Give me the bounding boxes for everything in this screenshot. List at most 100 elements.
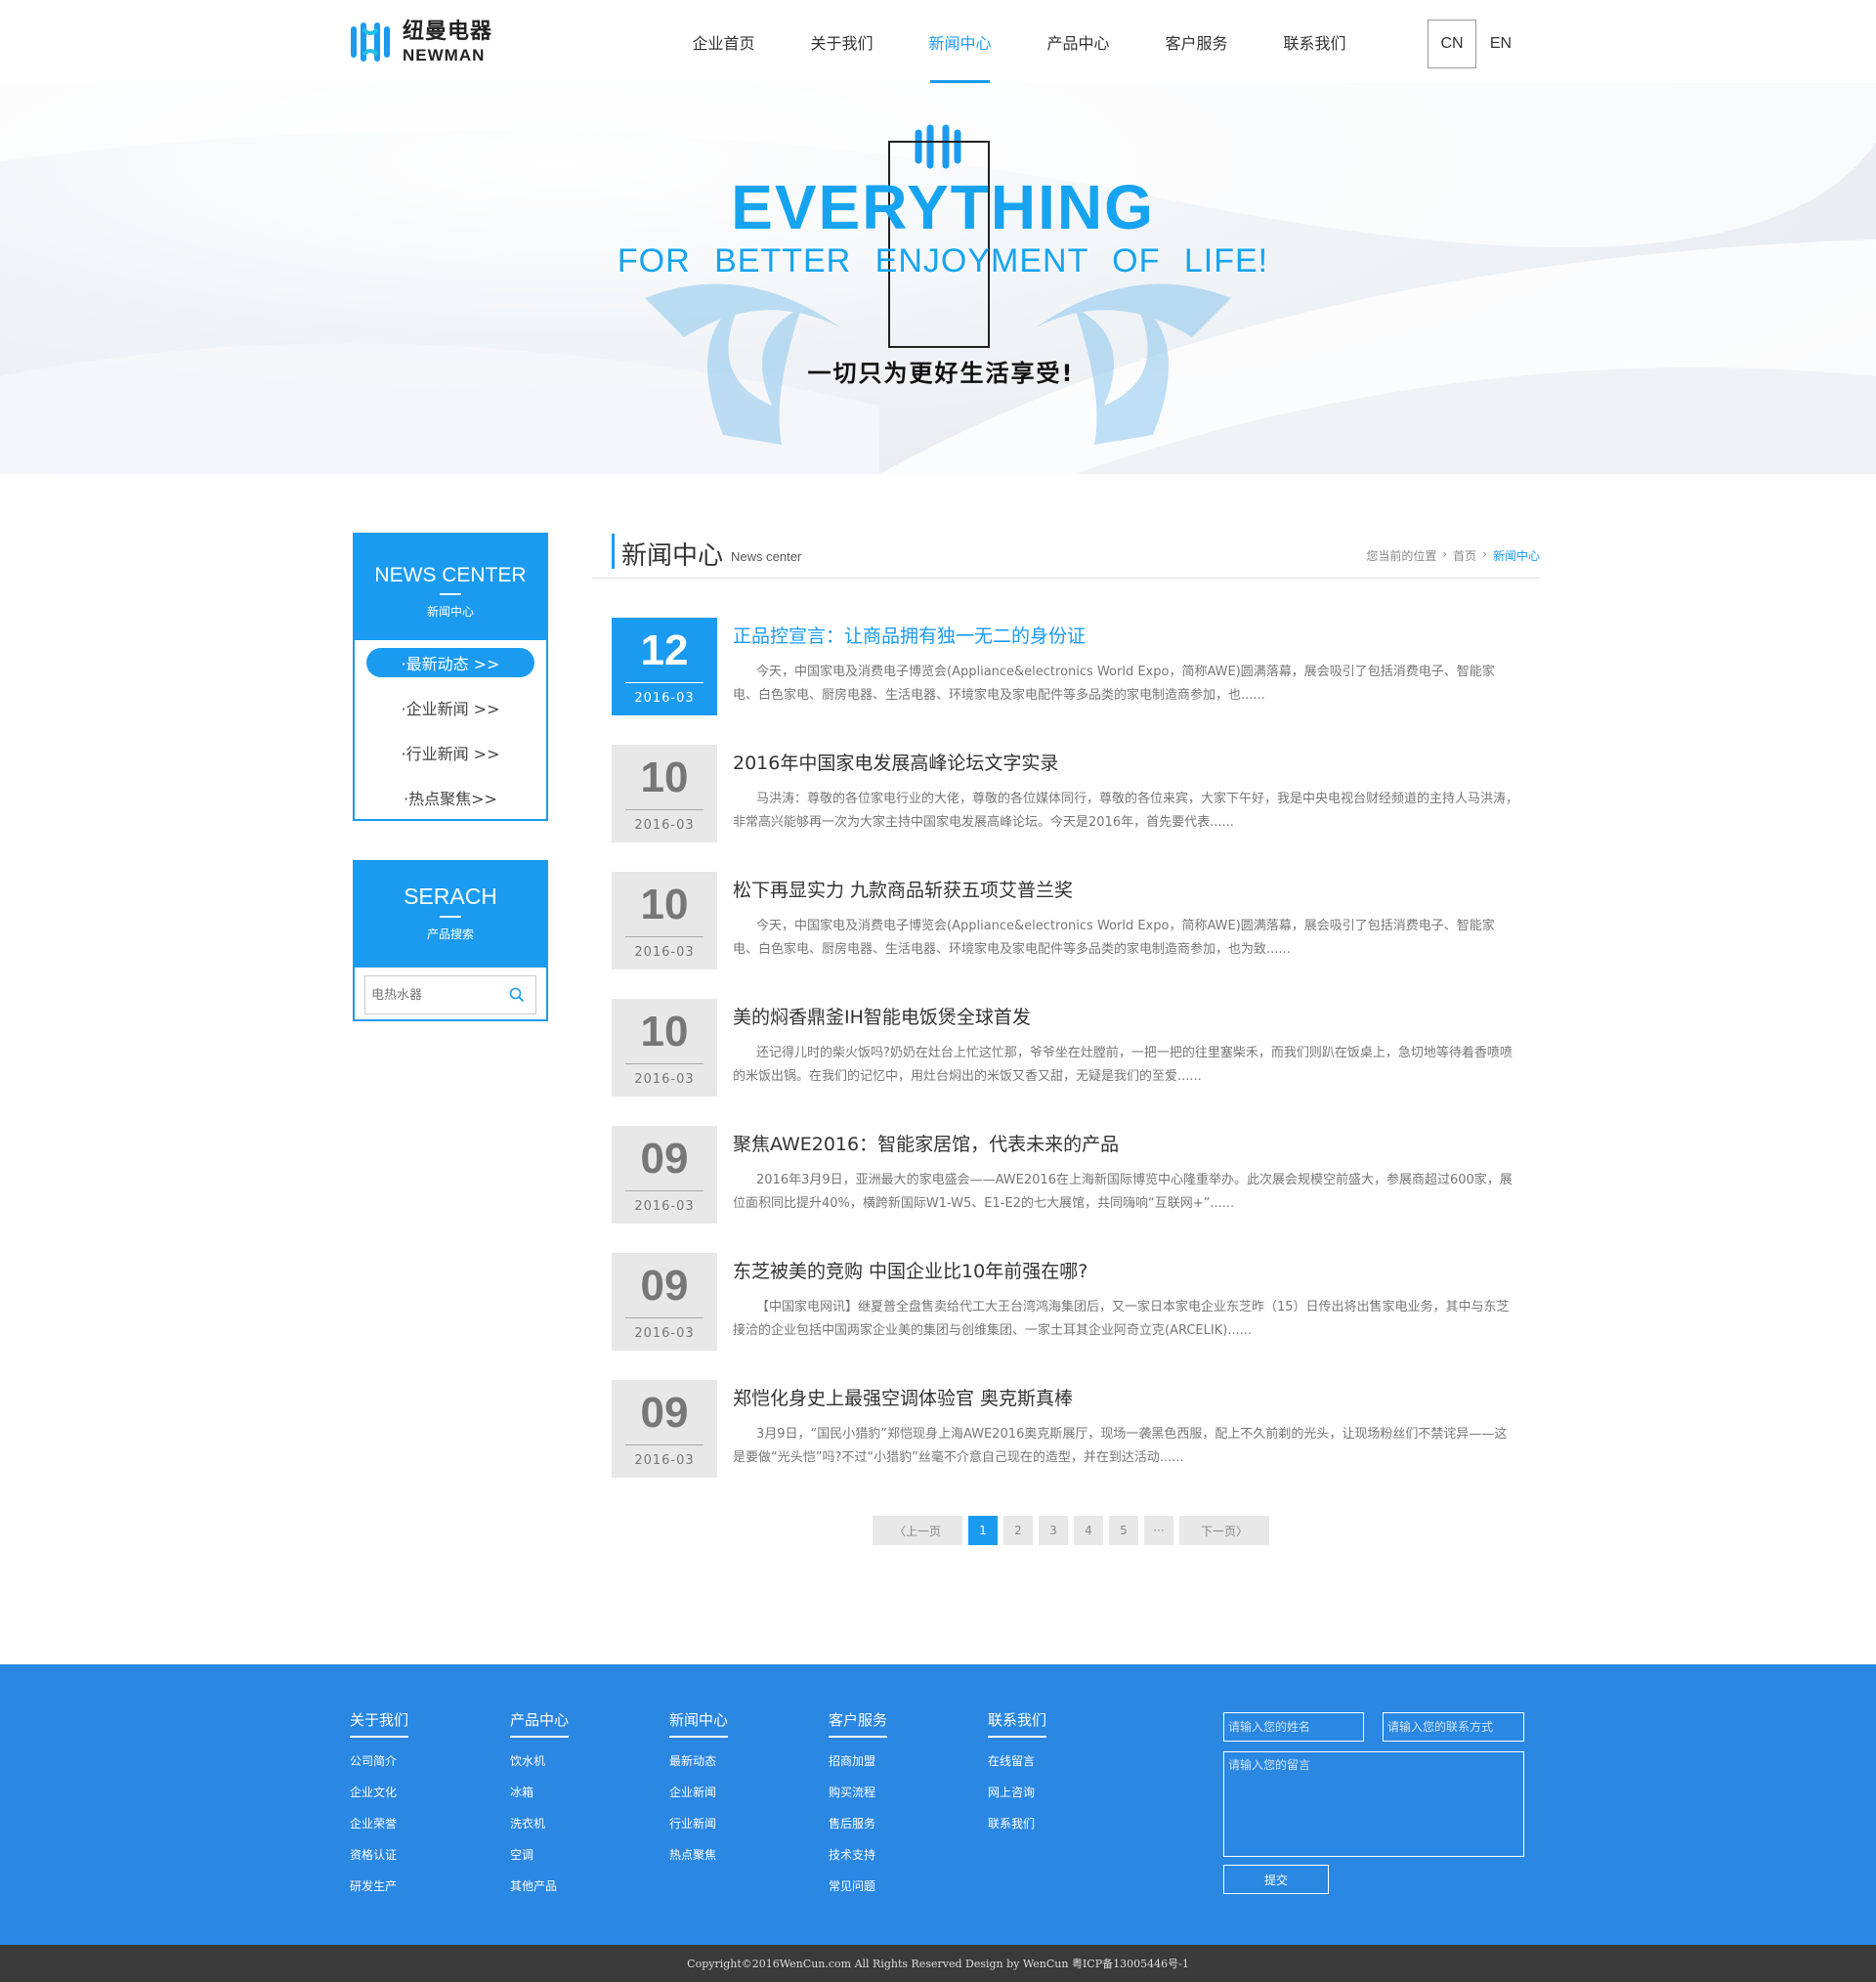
footer-link[interactable]: 购买流程 — [829, 1784, 887, 1800]
footer-col-contact: 联系我们 在线留言 网上咨询 联系我们 — [988, 1709, 1047, 1831]
footer-link[interactable]: 洗衣机 — [510, 1815, 569, 1831]
footer-col-products: 产品中心 饮水机 冰箱 洗衣机 空调 其他产品 — [510, 1709, 570, 1894]
side-item-latest[interactable]: ·最新动态 >> — [366, 648, 534, 677]
footer-link[interactable]: 空调 — [510, 1846, 569, 1863]
news-title-link[interactable]: 正品控宣言：让商品拥有独一无二的身份证 — [733, 622, 1086, 648]
page-button[interactable]: 2 — [1003, 1516, 1033, 1545]
footer-col-title: 关于我们 — [350, 1709, 409, 1738]
footer-link[interactable]: 技术支持 — [829, 1846, 887, 1863]
date-day: 09 — [640, 1135, 689, 1183]
search-field — [364, 975, 536, 1014]
chevron-right-icon: › — [1442, 547, 1448, 561]
footer-link[interactable]: 企业荣誉 — [350, 1815, 408, 1831]
logo[interactable]: 纽曼电器 NEWMAN — [350, 20, 492, 65]
news-panel-divider — [440, 593, 461, 595]
news-item[interactable]: 09 2016-03 东芝被美的竞购 中国企业比10年前强在哪? 【中国家电网讯… — [612, 1253, 1520, 1351]
search-icon[interactable] — [502, 977, 532, 1013]
contact-input[interactable] — [1383, 1712, 1524, 1742]
page-title-en: News center — [731, 549, 802, 564]
date-year-month: 2016-03 — [634, 1453, 695, 1468]
footer-link[interactable]: 研发生产 — [350, 1877, 408, 1894]
footer-link[interactable]: 售后服务 — [829, 1815, 887, 1831]
date-year-month: 2016-03 — [634, 818, 695, 833]
footer-link[interactable]: 公司简介 — [350, 1752, 408, 1769]
lang-cn-button[interactable]: CN — [1428, 20, 1476, 68]
pagination: 〈上一页 1 2 3 4 5 ··· 下一页〉 — [873, 1516, 1269, 1545]
search-input[interactable] — [365, 977, 502, 1013]
banner-slogan: 一切只为更好生活享受! — [807, 360, 1075, 387]
news-title-link[interactable]: 2016年中国家电发展高峰论坛文字实录 — [733, 749, 1058, 775]
search-panel-title-en: SERACH — [404, 883, 497, 909]
news-panel-title-en: NEWS CENTER — [374, 564, 527, 586]
search-panel-header: SERACH 产品搜索 — [355, 862, 546, 968]
nav-home[interactable]: 企业首页 — [664, 0, 783, 83]
message-textarea[interactable] — [1223, 1751, 1524, 1857]
side-item-industry[interactable]: ·行业新闻 >> — [366, 738, 534, 767]
footer-link[interactable]: 联系我们 — [988, 1815, 1046, 1831]
news-panel-header: NEWS CENTER 新闻中心 — [355, 535, 546, 640]
footer-col-news: 新闻中心 最新动态 企业新闻 行业新闻 热点聚焦 — [669, 1709, 729, 1863]
page-button[interactable]: 4 — [1074, 1516, 1103, 1545]
news-summary: 今天，中国家电及消费电子博览会(Appliance&electronics Wo… — [733, 919, 1495, 957]
prev-page-button[interactable]: 〈上一页 — [873, 1516, 962, 1545]
footer-link[interactable]: 常见问题 — [829, 1877, 887, 1894]
nav-about[interactable]: 关于我们 — [783, 0, 901, 83]
news-item[interactable]: 09 2016-03 聚焦AWE2016：智能家居馆，代表未来的产品 2016年… — [612, 1126, 1520, 1224]
footer-link[interactable]: 招商加盟 — [829, 1752, 887, 1769]
page-title: 新闻中心 — [621, 541, 724, 571]
site-footer: 关于我们 公司简介 企业文化 企业荣誉 资格认证 研发生产 产品中心 饮水机 冰… — [0, 1664, 1876, 1945]
news-item[interactable]: 10 2016-03 美的焖香鼎釜IH智能电饭煲全球首发 还记得儿时的柴火饭吗?… — [612, 999, 1520, 1097]
date-day: 10 — [640, 1008, 689, 1056]
news-summary: 【中国家电网讯】继夏普全盘售卖给代工大王台湾鸿海集团后，又一家日本家电企业东芝昨… — [733, 1300, 1510, 1338]
footer-link[interactable]: 企业文化 — [350, 1784, 408, 1800]
footer-link[interactable]: 饮水机 — [510, 1752, 569, 1769]
footer-link[interactable]: 冰箱 — [510, 1784, 569, 1800]
date-year-month: 2016-03 — [634, 1072, 695, 1087]
footer-col-title: 联系我们 — [988, 1709, 1047, 1738]
breadcrumb-prefix: 您当前的位置 — [1366, 549, 1437, 563]
news-title-link[interactable]: 东芝被美的竞购 中国企业比10年前强在哪? — [733, 1257, 1087, 1283]
date-year-month: 2016-03 — [634, 1199, 695, 1214]
footer-link[interactable]: 行业新闻 — [669, 1815, 728, 1831]
footer-link[interactable]: 网上咨询 — [988, 1784, 1046, 1800]
lang-en-button[interactable]: EN — [1476, 20, 1525, 68]
news-item[interactable]: 12 2016-03 正品控宣言：让商品拥有独一无二的身份证 今天，中国家电及消… — [612, 618, 1520, 715]
news-item[interactable]: 09 2016-03 郑恺化身史上最强空调体验官 奥克斯真棒 3月9日，“国民小… — [612, 1380, 1520, 1478]
date-badge: 10 2016-03 — [612, 745, 717, 842]
footer-link[interactable]: 在线留言 — [988, 1752, 1046, 1769]
news-title-link[interactable]: 聚焦AWE2016：智能家居馆，代表未来的产品 — [733, 1130, 1119, 1156]
footer-link[interactable]: 资格认证 — [350, 1846, 408, 1863]
footer-link[interactable]: 其他产品 — [510, 1877, 569, 1894]
date-badge: 12 2016-03 — [612, 618, 717, 715]
page-button[interactable]: 3 — [1039, 1516, 1068, 1545]
next-page-button[interactable]: 下一页〉 — [1179, 1516, 1269, 1545]
footer-col-service: 客户服务 招商加盟 购买流程 售后服务 技术支持 常见问题 — [829, 1709, 888, 1894]
news-item[interactable]: 10 2016-03 松下再显实力 九款商品斩获五项艾普兰奖 今天，中国家电及消… — [612, 872, 1520, 969]
news-item[interactable]: 10 2016-03 2016年中国家电发展高峰论坛文字实录 马洪涛：尊敬的各位… — [612, 745, 1520, 842]
page-button[interactable]: 5 — [1109, 1516, 1138, 1545]
date-badge: 10 2016-03 — [612, 999, 717, 1097]
side-item-hot[interactable]: ·热点聚焦>> — [366, 783, 534, 812]
footer-link[interactable]: 热点聚焦 — [669, 1846, 728, 1863]
date-year-month: 2016-03 — [634, 691, 695, 706]
submit-button[interactable]: 提交 — [1223, 1865, 1329, 1894]
breadcrumb-home[interactable]: 首页 — [1453, 547, 1476, 564]
nav-contact[interactable]: 联系我们 — [1256, 0, 1374, 83]
nav-news[interactable]: 新闻中心 — [901, 0, 1019, 83]
nav-products[interactable]: 产品中心 — [1019, 0, 1137, 83]
side-item-company[interactable]: ·企业新闻 >> — [366, 693, 534, 722]
name-input[interactable] — [1223, 1712, 1364, 1742]
news-title-link[interactable]: 郑恺化身史上最强空调体验官 奥克斯真棒 — [733, 1384, 1073, 1410]
date-badge: 09 2016-03 — [612, 1126, 717, 1224]
news-summary: 还记得儿时的柴火饭吗?奶奶在灶台上忙这忙那，爷爷坐在灶膛前，一把一把的往里塞柴禾… — [733, 1046, 1513, 1084]
page-button[interactable]: 1 — [968, 1516, 998, 1545]
footer-link[interactable]: 企业新闻 — [669, 1784, 728, 1800]
footer-col-title: 产品中心 — [510, 1709, 570, 1738]
footer-link[interactable]: 最新动态 — [669, 1752, 728, 1769]
news-title-link[interactable]: 美的焖香鼎釜IH智能电饭煲全球首发 — [733, 1003, 1031, 1029]
site-header: 纽曼电器 NEWMAN 企业首页 关于我们 新闻中心 产品中心 客户服务 联系我… — [0, 0, 1876, 83]
nav-service[interactable]: 客户服务 — [1137, 0, 1256, 83]
news-title-link[interactable]: 松下再显实力 九款商品斩获五项艾普兰奖 — [733, 876, 1073, 902]
news-summary: 马洪涛：尊敬的各位家电行业的大佬，尊敬的各位媒体同行，尊敬的各位来宾，大家下午好… — [733, 792, 1519, 830]
footer-col-title: 客户服务 — [829, 1709, 888, 1738]
